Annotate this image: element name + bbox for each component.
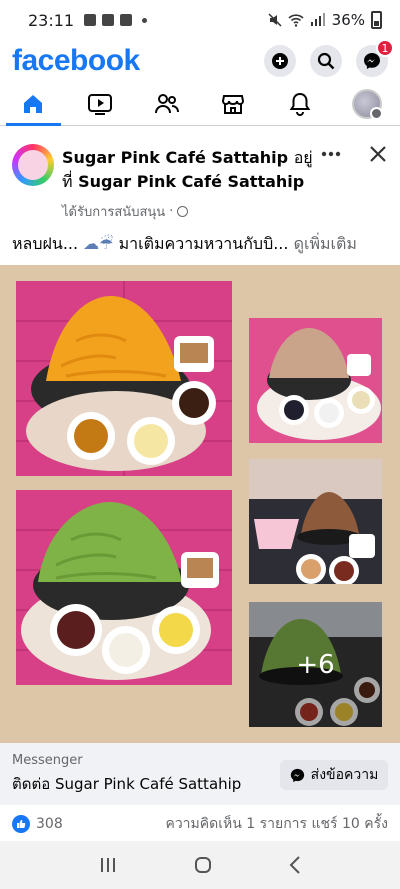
close-icon [370,146,386,162]
search-icon [317,52,335,70]
bell-icon [289,92,311,116]
photo-thai-tea-bingsu[interactable] [249,318,382,443]
tab-notifications[interactable] [267,82,334,125]
system-nav-bar [0,841,400,889]
photo-mango-bingsu[interactable] [16,281,232,476]
notification-badge: 1 [376,39,394,57]
messenger-icon [290,768,304,782]
dot-icon [142,17,148,23]
app-header: facebook 1 [0,39,400,82]
app-icon [102,14,115,26]
post-text: หลบฝน... ☁☔ มาเติมความหวานกับบิ... ดูเพิ… [12,232,392,256]
wifi-icon [288,14,304,27]
hide-post-button[interactable] [364,140,392,168]
home-nav-icon[interactable] [193,855,213,875]
home-icon [24,94,43,113]
gallery-icon [84,14,97,26]
post-text-body: มาเติมความหวานกับบิ... [118,234,289,253]
photo-chocolate-bingsu[interactable] [249,459,382,584]
more-dots-icon [321,151,341,157]
page-name-link[interactable]: Sugar Pink Café Sattahip [62,148,288,167]
page-avatar[interactable] [12,144,54,186]
check-icon [120,14,133,26]
post-stats: 308 ความคิดเห็น 1 รายการ แชร์ 10 ครั้ง [0,809,400,839]
title-connector: อยู่ [293,148,313,167]
post-header-title: Sugar Pink Café Sattahip อยู่ ที่ Sugar … [62,146,318,194]
signal-icon [310,13,325,26]
see-more-link[interactable]: ดูเพิ่มเติม [294,234,357,253]
tab-marketplace[interactable] [200,82,267,125]
menu-icon [369,106,383,120]
plus-icon [272,53,288,69]
like-count[interactable]: 308 [36,816,63,832]
create-button[interactable] [264,45,296,77]
friends-icon [154,93,179,113]
tab-video[interactable] [67,82,134,125]
status-time: 23:11 [28,10,75,30]
battery-percent: 36% [331,11,365,29]
comments-shares[interactable]: ความคิดเห็น 1 รายการ แชร์ 10 ครั้ง [165,813,388,835]
marketplace-icon [222,94,245,114]
sponsored-row: ได้รับการสนับสนุน · [62,201,189,222]
tab-home[interactable] [0,82,67,126]
recents-icon[interactable] [98,856,118,874]
nav-tabs [0,82,400,126]
status-bar: 23:11 36% [0,0,400,40]
video-icon [88,93,112,115]
tab-profile[interactable] [333,82,400,125]
search-button[interactable] [310,45,342,77]
photo-more-bingsu[interactable]: +6 [249,602,382,727]
more-options-button[interactable] [318,142,344,166]
send-message-label: ส่งข้อความ [310,767,379,783]
like-reaction-icon [12,815,30,833]
profile-avatar [351,88,383,120]
title-connector-2: ที่ [62,172,73,191]
battery-icon [371,11,382,29]
messenger-button[interactable]: 1 [356,39,394,77]
photo-grid: +6 [0,265,400,743]
facebook-logo: facebook [12,44,140,77]
sponsored-label[interactable]: ได้รับการสนับสนุน [62,201,165,222]
globe-icon [177,206,189,217]
location-link[interactable]: Sugar Pink Café Sattahip [78,172,304,191]
back-icon[interactable] [288,855,302,875]
post-text-prefix: หลบฝน... [12,234,79,253]
tab-friends[interactable] [133,82,200,125]
photo-matcha-bingsu[interactable] [16,490,232,685]
rain-cloud-icon: ☁☔ [83,234,114,253]
mute-icon [268,13,282,27]
more-photos-count[interactable]: +6 [249,602,382,727]
send-message-button[interactable]: ส่งข้อความ [280,760,388,790]
